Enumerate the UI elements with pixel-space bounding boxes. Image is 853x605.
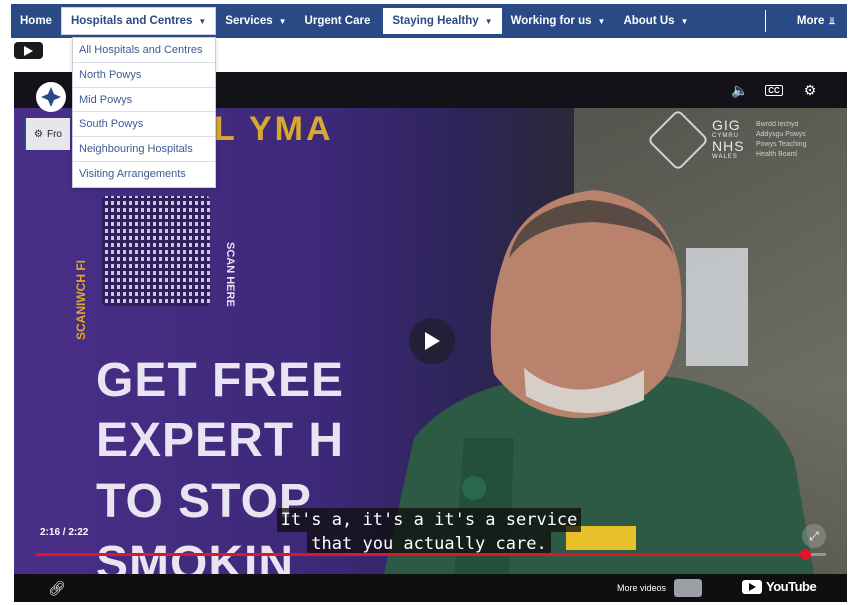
play-icon — [425, 332, 440, 350]
qr-code-image — [102, 196, 210, 306]
caret-down-icon: ▼ — [597, 16, 606, 26]
nav-item-label: Staying Healthy — [392, 15, 479, 27]
dropdown-item[interactable]: All Hospitals and Centres — [73, 38, 215, 63]
dropdown-item[interactable]: Mid Powys — [73, 88, 215, 113]
caret-down-icon: ▼ — [680, 16, 689, 26]
video-play-badge[interactable] — [14, 42, 43, 59]
youtube-logo-icon — [742, 579, 762, 594]
more-videos-button[interactable]: More videos — [617, 579, 703, 597]
youtube-link[interactable]: YouTube — [742, 579, 817, 594]
nav-item-label: Urgent Care — [304, 15, 371, 27]
channel-logo[interactable] — [36, 82, 66, 112]
play-button[interactable] — [409, 318, 455, 364]
poster-vertical-right: SCAN HERE — [224, 242, 236, 307]
poster-line-1: GET FREE — [96, 354, 345, 407]
nav-item-label: Services — [225, 15, 273, 27]
nav-item-label: Hospitals and Centres — [70, 15, 193, 27]
nav-item-about-us[interactable]: About Us ▼ — [614, 4, 697, 38]
channel-logo-icon — [41, 87, 61, 107]
nav-item-label: Working for us — [510, 15, 592, 27]
dropdown-item[interactable]: South Powys — [73, 112, 215, 138]
caption-line-1: It's a, it's a it's a service — [276, 508, 582, 532]
channel-side-tab[interactable]: ⚙ Fro — [24, 118, 70, 150]
poster-top-text: L YMA — [214, 110, 334, 148]
settings-gear-icon[interactable]: ⚙ — [798, 80, 822, 100]
nhs-sub-line: Bwrdd Iechyd — [756, 121, 799, 128]
dropdown-item[interactable]: Neighbouring Hospitals — [73, 137, 215, 162]
progress-fill — [36, 553, 805, 556]
progress-bar[interactable] — [36, 549, 826, 560]
nav-separator — [764, 10, 766, 32]
play-icon — [24, 45, 33, 56]
more-videos-label: More videos — [617, 583, 667, 593]
caret-down-icon: ▼ — [278, 16, 287, 26]
time-display: 2:16 / 2:22 — [40, 527, 89, 538]
nav-more-label: More — [796, 15, 825, 27]
dropdown-item[interactable]: Visiting Arrangements — [73, 162, 215, 187]
caption-box: It's a, it's a it's a service that you a… — [244, 508, 614, 556]
double-chevron-down-icon: ⫫ — [829, 15, 835, 27]
nav-item-label: About Us — [623, 15, 675, 27]
nav-more-button[interactable]: More ⫫ — [788, 4, 847, 38]
caret-down-icon: ▼ — [198, 16, 207, 26]
youtube-label: YouTube — [766, 579, 817, 594]
volume-icon[interactable]: 🔈 — [728, 80, 752, 100]
captions-icon[interactable]: CC — [762, 80, 786, 100]
hospitals-dropdown-menu: All Hospitals and Centres North Powys Mid … — [72, 37, 216, 188]
more-videos-thumbnail — [674, 579, 703, 597]
nav-item-hospitals-and-centres[interactable]: Hospitals and Centres ▼ — [60, 7, 217, 35]
link-icon[interactable]: 🔗︎ — [48, 580, 66, 597]
channel-side-text: Fro — [46, 128, 62, 140]
main-nav: Home Hospitals and Centres ▼ Services ▼ Urgen… — [11, 4, 847, 38]
nav-items: Home Hospitals and Centres ▼ Services ▼ Urgen… — [11, 4, 697, 38]
nav-item-services[interactable]: Services ▼ — [216, 4, 295, 38]
nhs-logo-line: GIG — [712, 117, 741, 133]
expand-icon[interactable]: ⤢ — [802, 524, 826, 548]
poster-line-2: EXPERT H — [96, 414, 345, 467]
video-bottom-bar: 🔗︎ More videos YouTube — [14, 574, 847, 602]
caret-down-icon: ▼ — [484, 16, 493, 26]
dropdown-item[interactable]: North Powys — [73, 63, 215, 88]
progress-knob[interactable] — [799, 549, 811, 560]
nav-item-home[interactable]: Home — [11, 4, 61, 38]
poster-vertical-left: SCANIWCH FI — [74, 260, 88, 340]
nav-item-staying-healthy[interactable]: Staying Healthy ▼ — [383, 8, 502, 34]
nav-item-label: Home — [20, 15, 52, 27]
gear-icon: ⚙ — [34, 128, 43, 140]
nav-item-urgent-care[interactable]: Urgent Care — [296, 4, 380, 38]
nav-item-working-for-us[interactable]: Working for us ▼ — [502, 4, 615, 38]
